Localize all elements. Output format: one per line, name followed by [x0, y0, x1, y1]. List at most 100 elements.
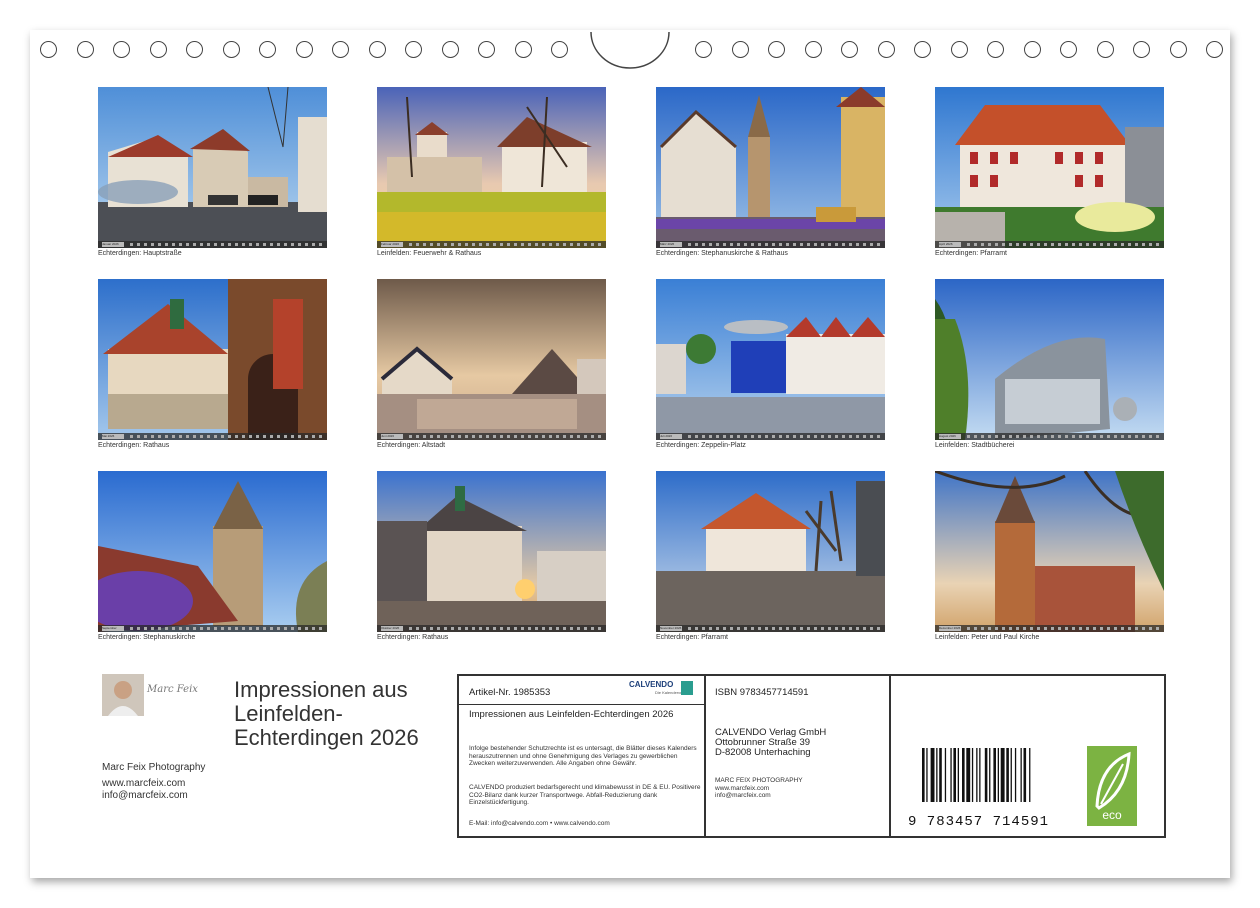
binding-hole: [1133, 41, 1150, 58]
binding-hole: [259, 41, 276, 58]
month-label: Mai 2026: [102, 434, 124, 439]
month-label: Oktober 2026: [381, 626, 403, 631]
binding-hole: [514, 41, 532, 58]
calendar-title: Impressionen aus Leinfelden-Echterdingen…: [234, 677, 419, 750]
barcode-number: 9 783457 714591: [908, 814, 1050, 830]
photo-caption: Leinfelden: Peter und Paul Kirche: [935, 634, 1040, 641]
photo-caption: Echterdingen: Rathaus: [377, 634, 449, 641]
month-strip: Februar 2026: [377, 241, 606, 248]
photo-juli: Juli 2026: [656, 279, 885, 440]
binding-hole: [841, 41, 858, 58]
imprint-box: Artikel-Nr. 1985353 CALVENDO Die Kalende…: [457, 674, 1166, 838]
month-strip: Januar 2026: [98, 241, 327, 248]
month-label: Dezember 2026: [939, 626, 961, 631]
photo-august: August 2026: [935, 279, 1164, 440]
month-strip: September 2026: [98, 625, 327, 632]
photo-caption: Echterdingen: Altstadt: [377, 442, 446, 449]
photo-caption: Echterdingen: Rathaus: [98, 442, 170, 449]
photo-mai: Mai 2026: [98, 279, 327, 440]
binding-hole: [113, 41, 130, 58]
binding-hole: [768, 41, 785, 58]
photo-januar: Januar 2026: [98, 87, 327, 248]
photo-oktober: Oktober 2026: [377, 471, 606, 632]
photo-juni: Juni 2026: [377, 279, 606, 440]
month-label: Juli 2026: [660, 434, 682, 439]
month-strip: März 2026: [656, 241, 885, 248]
month-strip: Mai 2026: [98, 433, 327, 440]
month-strip: Dezember 2026: [935, 625, 1164, 632]
binding-hole: [731, 41, 749, 58]
calvendo-logo: CALVENDO: [629, 680, 674, 689]
binding-hole: [987, 41, 1004, 58]
photo-april: April 2026: [935, 87, 1164, 248]
contact-line: E-Mail: info@calvendo.com • www.calvendo…: [469, 820, 610, 827]
author-email: info@marcfeix.com: [102, 790, 188, 801]
month-strip: Oktober 2026: [377, 625, 606, 632]
photo-maerz: März 2026: [656, 87, 885, 248]
binding-hole: [186, 41, 203, 58]
photo-november: November 2026: [656, 471, 885, 632]
copyright-email: info@marcfeix.com: [715, 792, 771, 799]
binding-hole: [950, 41, 968, 58]
binding-hole: [405, 41, 422, 58]
photo-caption: Echterdingen: Zeppelin-Platz: [656, 442, 746, 449]
binding-hole: [76, 41, 94, 58]
photo-caption: Echterdingen: Pfarramt: [935, 250, 1007, 257]
binding-hole: [368, 41, 386, 58]
photo-caption: Echterdingen: Stephanuskirche & Rathaus: [656, 250, 788, 257]
eco-notice: CALVENDO produziert bedarfsgerecht und k…: [469, 784, 701, 806]
month-strip: August 2026: [935, 433, 1164, 440]
binding-hole: [551, 41, 568, 58]
photo-dezember: Dezember 2026: [935, 471, 1164, 632]
binding-hole: [1096, 41, 1114, 58]
month-label: März 2026: [660, 242, 682, 247]
month-label: November 2026: [660, 626, 682, 631]
copyright-name: MARC FEIX PHOTOGRAPHY: [715, 777, 803, 784]
publisher-city: D-82008 Unterhaching: [715, 747, 811, 758]
binding-hole: [1206, 41, 1223, 58]
month-label: Juni 2026: [381, 434, 403, 439]
photo-september: September 2026: [98, 471, 327, 632]
binding-hole: [914, 41, 931, 58]
hanger-cutout: [590, 32, 670, 69]
article-number: Artikel-Nr. 1985353: [469, 687, 551, 698]
month-strip: November 2026: [656, 625, 885, 632]
photo-caption: Echterdingen: Hauptstraße: [98, 250, 182, 257]
eco-label: eco: [1102, 808, 1122, 822]
author-avatar: [102, 674, 144, 716]
binding-hole: [295, 41, 313, 58]
photo-caption: Echterdingen: Pfarramt: [656, 634, 728, 641]
month-label: April 2026: [939, 242, 961, 247]
month-label: September 2026: [102, 626, 124, 631]
binding-hole: [1023, 41, 1041, 58]
month-label: Februar 2026: [381, 242, 403, 247]
photo-caption: Leinfelden: Stadtbücherei: [935, 442, 1015, 449]
calvendo-mark-icon: [681, 681, 693, 695]
photo-caption: Echterdingen: Stephanuskirche: [98, 634, 196, 641]
binding-hole: [877, 41, 895, 58]
legal-notice: Infolge bestehender Schutzrechte ist es …: [469, 745, 697, 767]
month-strip: Juni 2026: [377, 433, 606, 440]
binding-hole: [441, 41, 459, 58]
product-title: Impressionen aus Leinfelden-Echterdingen…: [469, 709, 674, 720]
binding-hole: [149, 41, 167, 58]
binding-hole: [804, 41, 822, 58]
author-name: Marc Feix Photography: [102, 762, 206, 773]
author-web: www.marcfeix.com: [102, 778, 186, 789]
author-signature: Marc Feix: [147, 684, 198, 695]
binding-hole: [478, 41, 495, 58]
binding-hole: [332, 41, 349, 58]
binding-hole: [40, 41, 57, 58]
isbn: ISBN 9783457714591: [715, 687, 809, 698]
binding-hole: [1060, 41, 1077, 58]
photo-caption: Leinfelden: Feuerwehr & Rathaus: [377, 250, 482, 257]
photo-februar: Februar 2026: [377, 87, 606, 248]
month-strip: Juli 2026: [656, 433, 885, 440]
month-label: Januar 2026: [102, 242, 124, 247]
binding-hole: [695, 41, 712, 58]
author-info: Marc Feix Photography www.marcfeix.com i…: [102, 762, 205, 802]
binding-hole: [222, 41, 240, 58]
barcode: [922, 748, 1031, 802]
month-label: August 2026: [939, 434, 961, 439]
binding-hole: [1169, 41, 1187, 58]
